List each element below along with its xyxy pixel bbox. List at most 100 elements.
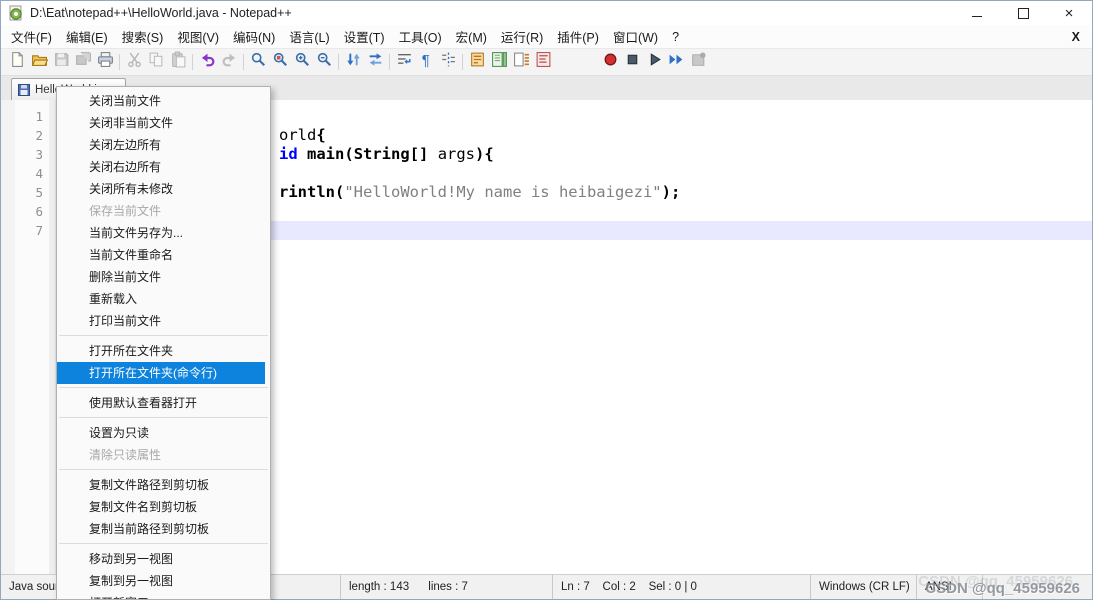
toolbar-separator [558,54,559,70]
line-number: 6 [35,204,43,219]
status-eol: Windows (CR LF) [811,575,917,599]
macro-save-icon [690,51,707,73]
zoom-out-button[interactable] [313,51,335,73]
context-menu-item[interactable]: 当前文件另存为... [57,222,270,244]
context-menu-item[interactable]: 使用默认查看器打开 [57,392,270,414]
macro-record-icon [602,51,619,73]
sync-horizontal-button[interactable] [364,51,386,73]
title-bar: D:\Eat\notepad++\HelloWorld.java - Notep… [1,1,1092,25]
window-title: D:\Eat\notepad++\HelloWorld.java - Notep… [30,6,292,20]
line-number: 7 [35,223,43,238]
menubar-item[interactable]: 编辑(E) [59,25,115,48]
menubar-item[interactable]: 工具(O) [392,25,449,48]
svg-text:¶: ¶ [421,53,429,68]
toolbar-separator [119,54,120,70]
zoom-out-icon [316,51,333,73]
menubar-item[interactable]: 插件(P) [550,25,606,48]
undo-icon [199,51,216,73]
menubar-item[interactable]: 窗口(W) [606,25,665,48]
open-file-icon [31,51,48,73]
document-list-button[interactable] [510,51,532,73]
notepad-window: D:\Eat\notepad++\HelloWorld.java - Notep… [0,0,1093,600]
define-language-button[interactable] [466,51,488,73]
menubar-item[interactable]: ? [665,28,686,46]
context-menu-item[interactable]: 重新载入 [57,288,270,310]
indent-guide-button[interactable] [437,51,459,73]
context-menu-item[interactable]: 打开所在文件夹(命令行) [57,362,265,384]
macro-play-icon [646,51,663,73]
context-menu-item[interactable]: 复制当前路径到剪切板 [57,518,270,540]
paste-button [167,51,189,73]
close-button[interactable]: × [1046,1,1092,25]
toolbar: ¶ [1,48,1092,76]
menubar-item[interactable]: 设置(T) [337,25,392,48]
toolbar-separator [389,54,390,70]
menubar-item[interactable]: 语言(L) [282,25,336,48]
context-menu-item[interactable]: 复制文件路径到剪切板 [57,474,270,496]
menubar-close-button[interactable]: X [1072,30,1092,44]
saved-file-icon [18,83,30,96]
context-menu-item[interactable]: 当前文件重命名 [57,244,270,266]
find-icon [250,51,267,73]
show-all-characters-button[interactable]: ¶ [415,51,437,73]
macro-stop-icon [624,51,641,73]
context-menu-item[interactable]: 关闭右边所有 [57,156,270,178]
tab-context-menu: 关闭当前文件 关闭非当前文件 关闭左边所有 关闭右边所有 关闭所有未修改保存当前文件当前… [56,86,271,600]
open-file-button[interactable] [28,51,50,73]
zoom-in-icon [294,51,311,73]
context-menu-item: 保存当前文件 [89,204,162,218]
find-button[interactable] [247,51,269,73]
replace-icon [272,51,289,73]
menubar-item[interactable]: 视图(V) [170,25,226,48]
copy-icon [148,51,165,73]
context-menu-item[interactable]: 删除当前文件 [57,266,270,288]
replace-button[interactable] [269,51,291,73]
maximize-button[interactable] [1000,1,1046,25]
line-number: 1 [35,109,43,124]
context-menu-item[interactable]: 复制文件名到剪切板 [57,496,270,518]
context-menu-item[interactable]: 复制到另一视图 [57,570,270,592]
line-number: 2 [35,128,43,143]
menubar-item[interactable]: 宏(M) [449,25,494,48]
context-menu-item[interactable]: 关闭所有未修改 [57,178,270,200]
zoom-in-button[interactable] [291,51,313,73]
context-menu-item[interactable]: 打印当前文件 [57,310,270,332]
toolbar-separator [462,54,463,70]
context-menu-item[interactable]: 打开所在文件夹 [57,340,270,362]
menubar-item[interactable]: 运行(R) [494,25,550,48]
context-menu-separator [59,387,268,388]
copy-button [145,51,167,73]
macro-run-multiple-icon [668,51,685,73]
minimize-button[interactable] [954,1,1000,25]
context-menu-item[interactable]: 设置为只读 [57,422,270,444]
context-menu-item[interactable]: 打开新窗口 [57,592,270,599]
menu-bar: 文件(F) 编辑(E) 搜索(S) 视图(V) 编码(N) 语言(L) 设置(T) 工具(O)… [1,25,1092,48]
status-encoding: ANSI [917,575,983,599]
macro-stop-button[interactable] [621,51,643,73]
macro-run-multiple-button[interactable] [665,51,687,73]
save-all-button [72,51,94,73]
paste-icon [170,51,187,73]
document-map-icon [491,51,508,73]
print-icon [97,51,114,73]
menubar-item[interactable]: 搜索(S) [115,25,171,48]
undo-button[interactable] [196,51,218,73]
macro-record-button[interactable] [599,51,621,73]
status-length-lines: length : 143 lines : 7 [341,575,553,599]
document-map-button[interactable] [488,51,510,73]
menubar-item[interactable]: 文件(F) [4,25,59,48]
context-menu-item[interactable]: 关闭左边所有 [57,134,270,156]
print-button[interactable] [94,51,116,73]
new-file-button[interactable] [6,51,28,73]
save-icon [53,51,70,73]
macro-play-button[interactable] [643,51,665,73]
context-menu-item[interactable]: 移动到另一视图 [57,548,270,570]
function-list-button[interactable] [532,51,554,73]
context-menu-item[interactable]: 关闭非当前文件 [57,112,270,134]
save-button [50,51,72,73]
menubar-item[interactable]: 编码(N) [226,25,282,48]
context-menu-separator [59,543,268,544]
context-menu-item[interactable]: 关闭当前文件 [57,90,270,112]
word-wrap-button[interactable] [393,51,415,73]
sync-vertical-button[interactable] [342,51,364,73]
